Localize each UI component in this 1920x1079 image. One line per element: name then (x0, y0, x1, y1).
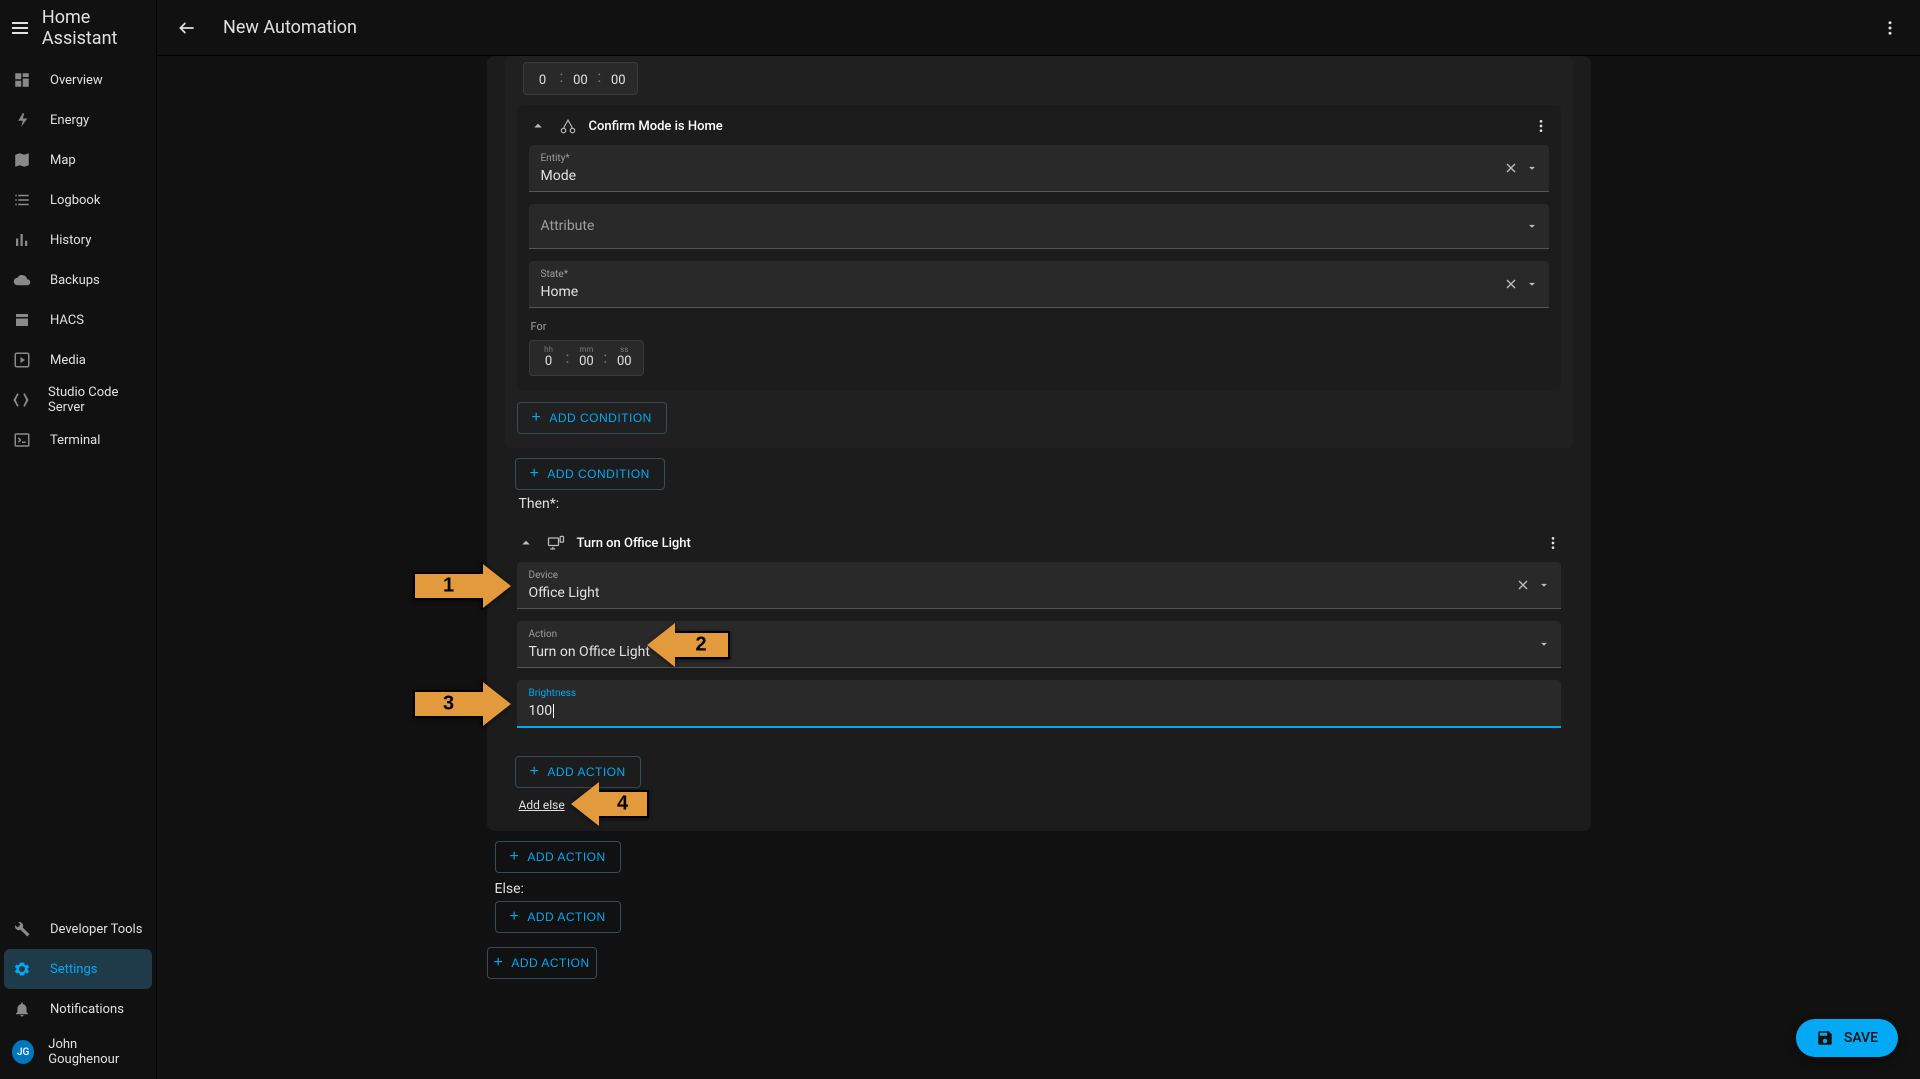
sidebar-item-label: Map (50, 153, 76, 168)
overflow-menu-button[interactable] (1872, 10, 1908, 46)
user-name: John Goughenour (48, 1037, 144, 1067)
avatar: JG (12, 1040, 34, 1064)
add-condition-inner-button[interactable]: +ADD CONDITION (517, 402, 667, 434)
brightness-field[interactable]: Brightness 100 (517, 680, 1561, 728)
device-icon (545, 532, 567, 554)
main: New Automation 0 : 00 : 00 (156, 0, 1920, 1079)
cloud-icon (12, 270, 32, 290)
bell-icon (12, 999, 32, 1019)
dashboard-icon (12, 70, 32, 90)
chevron-down-icon[interactable] (1525, 161, 1539, 175)
sidebar-item-label: Terminal (50, 433, 100, 448)
condition-card: Confirm Mode is Home Entity* Mode (517, 105, 1561, 390)
sidebar-item-settings[interactable]: Settings (4, 949, 152, 989)
sidebar-item-logbook[interactable]: Logbook (4, 180, 152, 220)
annotation-arrow-3: 3 (413, 682, 511, 726)
sidebar-item-label: Settings (50, 962, 97, 977)
sidebar-item-notifications[interactable]: Notifications (4, 989, 152, 1029)
sidebar-item-label: Developer Tools (50, 922, 142, 937)
list-icon (12, 190, 32, 210)
annotation-arrow-2: 2 (647, 623, 730, 667)
condition-title: Confirm Mode is Home (589, 119, 723, 134)
sidebar-item-media[interactable]: Media (4, 340, 152, 380)
state-icon (557, 115, 579, 137)
clear-icon[interactable] (1515, 577, 1531, 593)
sidebar-item-terminal[interactable]: Terminal (4, 420, 152, 460)
then-label: Then*: (519, 496, 1581, 512)
sidebar-item-backups[interactable]: Backups (4, 260, 152, 300)
chevron-down-icon[interactable] (1525, 277, 1539, 291)
save-button[interactable]: SAVE (1796, 1019, 1898, 1057)
back-button[interactable] (169, 10, 205, 46)
topbar: New Automation (157, 0, 1920, 56)
annotation-arrow-4: 4 (571, 782, 649, 826)
chevron-down-icon[interactable] (1537, 637, 1551, 651)
code-icon (12, 390, 30, 410)
for-label: For (531, 320, 1549, 333)
sidebar-bottom: Developer Tools Settings Notifications J… (0, 905, 156, 1079)
entity-field[interactable]: Entity* Mode (529, 145, 1549, 192)
sidebar-item-label: Energy (50, 113, 89, 128)
sidebar-nav: Overview Energy Map Logbook History Back… (0, 56, 156, 464)
sidebar-item-label: History (50, 233, 91, 248)
sidebar-header: Home Assistant (0, 0, 156, 56)
gear-icon (12, 959, 32, 979)
sidebar-item-label: Overview (50, 73, 103, 88)
sidebar-item-label: Backups (50, 273, 100, 288)
clear-icon[interactable] (1503, 160, 1519, 176)
sidebar-item-map[interactable]: Map (4, 140, 152, 180)
store-icon (12, 310, 32, 330)
sidebar-item-dev-tools[interactable]: Developer Tools (4, 909, 152, 949)
device-field[interactable]: Device Office Light (517, 562, 1561, 609)
wrench-icon (12, 919, 32, 939)
action-menu-button[interactable] (1545, 535, 1561, 551)
chevron-down-icon[interactable] (1525, 219, 1539, 233)
sidebar-item-history[interactable]: History (4, 220, 152, 260)
condition-group-card: 0 : 00 : 00 Confirm Mode is Home (505, 56, 1573, 448)
map-icon (12, 150, 32, 170)
menu-toggle-icon[interactable] (12, 18, 28, 38)
for-duration-input[interactable]: hh0 : mm00 : ss00 (529, 340, 645, 376)
duration-input[interactable]: 0 : 00 : 00 (523, 62, 639, 95)
add-else-link[interactable]: Add else (519, 798, 565, 812)
sidebar-user[interactable]: JG John Goughenour (4, 1029, 152, 1075)
collapse-toggle[interactable] (529, 117, 547, 135)
sidebar-item-code-server[interactable]: Studio Code Server (4, 380, 152, 420)
chevron-down-icon[interactable] (1537, 578, 1551, 592)
clear-icon[interactable] (1503, 276, 1519, 292)
page-title: New Automation (223, 17, 357, 38)
annotation-arrow-1: 1 (413, 564, 511, 608)
sidebar: Home Assistant Overview Energy Map Logbo… (0, 0, 156, 1079)
sidebar-item-energy[interactable]: Energy (4, 100, 152, 140)
app-title: Home Assistant (42, 7, 144, 49)
else-label: Else: (495, 881, 1591, 897)
action-title: Turn on Office Light (577, 536, 691, 551)
add-condition-button[interactable]: +ADD CONDITION (515, 458, 665, 490)
collapse-toggle[interactable] (517, 534, 535, 552)
bolt-icon (12, 110, 32, 130)
condition-menu-button[interactable] (1533, 118, 1549, 134)
sidebar-item-label: Media (50, 353, 86, 368)
terminal-icon (12, 430, 32, 450)
play-icon (12, 350, 32, 370)
if-block-card: 0 : 00 : 00 Confirm Mode is Home (487, 56, 1591, 831)
attribute-field[interactable]: Attribute (529, 204, 1549, 249)
add-action-bottom-button[interactable]: +ADD ACTION (487, 947, 597, 979)
sidebar-item-label: Studio Code Server (48, 385, 144, 415)
sidebar-item-hacs[interactable]: HACS (4, 300, 152, 340)
state-field[interactable]: State* Home (529, 261, 1549, 308)
sidebar-item-label: HACS (50, 313, 84, 328)
sidebar-item-label: Logbook (50, 193, 100, 208)
add-action-else-button[interactable]: +ADD ACTION (495, 901, 621, 933)
add-action-outer-button[interactable]: +ADD ACTION (495, 841, 621, 873)
sidebar-item-overview[interactable]: Overview (4, 60, 152, 100)
chart-icon (12, 230, 32, 250)
sidebar-item-label: Notifications (50, 1002, 124, 1017)
content-scroll[interactable]: 0 : 00 : 00 Confirm Mode is Home (157, 56, 1920, 1079)
